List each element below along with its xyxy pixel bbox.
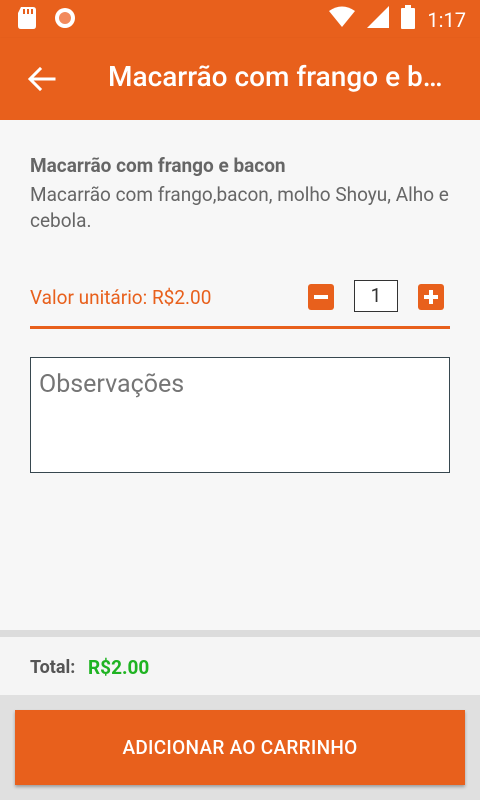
observations-input[interactable] xyxy=(30,357,450,473)
quantity-field[interactable]: 1 xyxy=(354,280,398,312)
wifi-icon xyxy=(329,6,356,33)
signal-icon xyxy=(367,6,390,33)
arrow-left-icon[interactable] xyxy=(26,64,56,94)
unit-price-label: Valor unitário: R$2.00 xyxy=(30,286,212,309)
divider xyxy=(0,630,480,637)
status-time: 1:17 xyxy=(427,7,466,32)
record-icon xyxy=(54,7,76,33)
product-description: Macarrão com frango,bacon, molho Shoyu, … xyxy=(30,183,449,232)
decrease-quantity-button[interactable] xyxy=(308,284,334,310)
total-value: R$2.00 xyxy=(88,656,150,679)
bottom-action-area: ADICIONAR AO CARRINHO xyxy=(0,695,480,800)
status-bar: 1:17 xyxy=(0,0,480,38)
increase-quantity-button[interactable] xyxy=(418,284,444,310)
app-bar: Macarrão com frango e bacon xyxy=(0,38,480,120)
sd-card-icon xyxy=(18,7,36,33)
add-to-cart-button[interactable]: ADICIONAR AO CARRINHO xyxy=(15,710,465,785)
page-title: Macarrão com frango e bacon xyxy=(108,60,448,93)
total-label: Total: xyxy=(30,657,76,678)
minus-icon xyxy=(314,295,328,299)
battery-icon xyxy=(401,5,416,34)
totals-bar: Total: R$2.00 xyxy=(0,637,480,695)
plus-icon xyxy=(424,290,438,304)
product-details: Macarrão com frango e bacon Macarrão com… xyxy=(0,120,480,630)
product-name: Macarrão com frango e bacon xyxy=(30,154,286,177)
price-row: Valor unitário: R$2.00 1 xyxy=(30,280,450,329)
